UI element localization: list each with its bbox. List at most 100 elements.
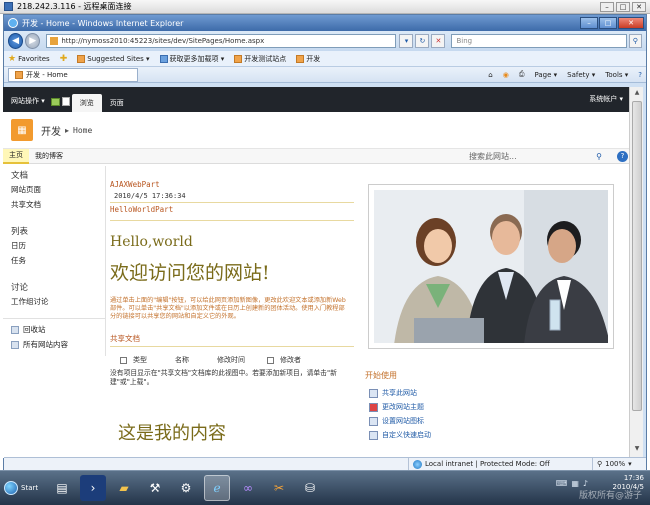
site-search-input[interactable]: 搜索此网站... ⚲ [469, 150, 604, 162]
settings-icon[interactable]: ⚙ [173, 475, 199, 501]
feeds-icon[interactable]: ◉ [503, 71, 509, 79]
favorites-button[interactable]: ★ Favorites [8, 54, 50, 64]
change-theme-label: 更改网站主题 [382, 403, 424, 411]
volume-icon[interactable]: ♪ [583, 479, 588, 488]
ql-discussions-heading[interactable]: 讨论 [3, 278, 105, 294]
keyboard-icon[interactable]: ⌨ [556, 479, 568, 488]
refresh-icon[interactable]: ↻ [415, 34, 430, 48]
intranet-globe-icon [413, 459, 422, 469]
ql-libraries-heading[interactable]: 文档 [3, 166, 105, 182]
dropdown-icon[interactable]: ▾ [399, 34, 414, 48]
sharepoint-designer-icon[interactable]: ✂ [266, 475, 292, 501]
breadcrumb-separator: ▸ [65, 125, 70, 135]
tab-browse[interactable]: 浏览 [71, 94, 102, 112]
powershell-icon[interactable]: › [80, 475, 106, 501]
ql-shared-docs[interactable]: 共享文档 [3, 197, 105, 212]
tools-icon[interactable]: ⚒ [142, 475, 168, 501]
print-icon[interactable]: ⎙ [519, 70, 525, 79]
visual-studio-icon[interactable]: ∞ [235, 475, 261, 501]
maximize-icon[interactable]: □ [616, 2, 630, 12]
search-icon[interactable]: ⚲ [628, 34, 643, 48]
navigate-up-icon[interactable] [50, 98, 60, 106]
quick-launch: 文档 网站页面 共享文档 列表 日历 任务 讨论 工作组讨论 回收站 所有网站内… [3, 166, 106, 356]
site-logo-icon[interactable]: ▦ [11, 119, 33, 141]
zoom-level: 100% [605, 460, 626, 468]
shared-docs-webpart-title[interactable]: 共享文档 [110, 333, 354, 344]
dev-link[interactable]: 开发 [296, 54, 320, 64]
site-icon-label: 设置网站图标 [382, 417, 424, 425]
remote-desktop-icon [4, 2, 13, 11]
stop-icon[interactable]: ✕ [431, 34, 446, 48]
page-scrollbar[interactable]: ▲ ▼ [629, 87, 643, 458]
scroll-up-icon[interactable]: ▲ [632, 89, 642, 99]
column-modified[interactable]: 修改时间 [217, 355, 261, 365]
site-actions-menu[interactable]: 网站操作 ▾ [7, 96, 51, 112]
internet-explorer-icon[interactable]: ℯ [204, 475, 230, 501]
minimize-icon[interactable]: – [600, 2, 614, 12]
hello-webpart-title: HelloWorldPart [110, 205, 174, 214]
dev-label: 开发 [306, 54, 321, 63]
topnav-blog[interactable]: 我的博客 [29, 149, 69, 164]
site-icon-link[interactable]: 设置网站图标 [365, 416, 605, 426]
column-modified-by[interactable]: 修改者 [280, 355, 316, 365]
hello-world-text: Hello,world [110, 234, 193, 250]
customize-quicklaunch-link[interactable]: 自定义快速启动 [365, 430, 605, 440]
ql-all-site-content-label: 所有网站内容 [23, 340, 68, 349]
zoom-control[interactable]: ⚲ 100% ▾ [592, 457, 632, 471]
help-icon[interactable]: ? [617, 151, 628, 162]
close-icon[interactable]: ✕ [632, 2, 646, 12]
home-icon[interactable]: ⌂ [488, 71, 492, 79]
close-icon[interactable]: ✕ [618, 17, 644, 29]
safety-menu[interactable]: Safety ▾ [567, 71, 595, 79]
taskbar: Start ▤ › ▰ ⚒ ⚙ ℯ ∞ ✂ ⛁ ⌨ ▦ ♪ 17:36 2010… [0, 470, 650, 505]
ql-team-discussion[interactable]: 工作组讨论 [3, 294, 105, 309]
modified-by-checkbox[interactable] [267, 356, 274, 364]
page-menu[interactable]: Page ▾ [534, 71, 557, 79]
security-zone[interactable]: Local intranet | Protected Mode: Off [408, 457, 550, 471]
column-name[interactable]: 名称 [175, 355, 211, 365]
search-icon[interactable]: ⚲ [596, 152, 602, 161]
star-icon: ★ [8, 53, 17, 64]
page-title: Home [73, 125, 93, 135]
edit-page-icon[interactable] [61, 97, 70, 106]
help-menu[interactable]: ? [638, 71, 642, 79]
column-type[interactable]: 类型 [133, 355, 169, 365]
start-button[interactable]: Start [4, 476, 44, 500]
server-manager-icon[interactable]: ▤ [49, 475, 75, 501]
network-icon[interactable]: ⛁ [297, 475, 323, 501]
ql-all-site-content[interactable]: 所有网站内容 [3, 337, 106, 352]
ql-lists-heading[interactable]: 列表 [3, 222, 105, 238]
forward-button[interactable]: ▶ [25, 33, 41, 49]
minimize-icon[interactable]: – [580, 17, 598, 29]
user-menu[interactable]: 系统帐户 ▾ [589, 94, 623, 104]
command-bar: ⌂ ◉ ⎙ Page ▾ Safety ▾ Tools ▾ ? [488, 70, 642, 79]
site-title[interactable]: 开发 [41, 123, 61, 138]
dev-test-site-link[interactable]: 开发测试站点 [234, 54, 286, 64]
get-addons-link[interactable]: 获取更多加载项 ▾ [159, 54, 224, 64]
tab-page[interactable]: 页面 [102, 94, 132, 112]
topnav-home[interactable]: 主页 [3, 148, 29, 164]
address-bar[interactable]: http://nymoss2010:45223/sites/dev/SitePa… [46, 34, 397, 48]
scroll-down-icon[interactable]: ▼ [632, 445, 642, 455]
remote-desktop-title: 218.242.3.116 - 远程桌面连接 [17, 2, 132, 11]
share-site-link[interactable]: 共享此网站 [365, 388, 605, 398]
suggested-sites-link[interactable]: Suggested Sites ▾ [77, 54, 150, 63]
status-bar: Local intranet | Protected Mode: Off ⚲ 1… [4, 457, 646, 471]
scroll-thumb[interactable] [632, 101, 642, 411]
network-tray-icon[interactable]: ▦ [571, 479, 579, 488]
maximize-icon[interactable]: □ [599, 17, 617, 29]
ql-tasks[interactable]: 任务 [3, 253, 105, 268]
search-input[interactable]: Bing [451, 34, 627, 48]
back-button[interactable]: ◀ [8, 33, 24, 49]
ajax-webpart-title: AJAXWebPart [110, 180, 160, 189]
add-favorite-button[interactable]: ✚ [60, 54, 68, 64]
change-theme-link[interactable]: 更改网站主题 [365, 402, 605, 412]
ql-recycle-bin[interactable]: 回收站 [3, 322, 106, 337]
ql-calendar[interactable]: 日历 [3, 238, 105, 253]
zoom-icon: ⚲ [597, 460, 603, 468]
select-all-checkbox[interactable] [120, 356, 127, 364]
tab-home[interactable]: 开发 - Home [8, 67, 138, 82]
folder-icon[interactable]: ▰ [111, 475, 137, 501]
tools-menu[interactable]: Tools ▾ [605, 71, 628, 79]
ql-site-pages[interactable]: 网站页面 [3, 182, 105, 197]
